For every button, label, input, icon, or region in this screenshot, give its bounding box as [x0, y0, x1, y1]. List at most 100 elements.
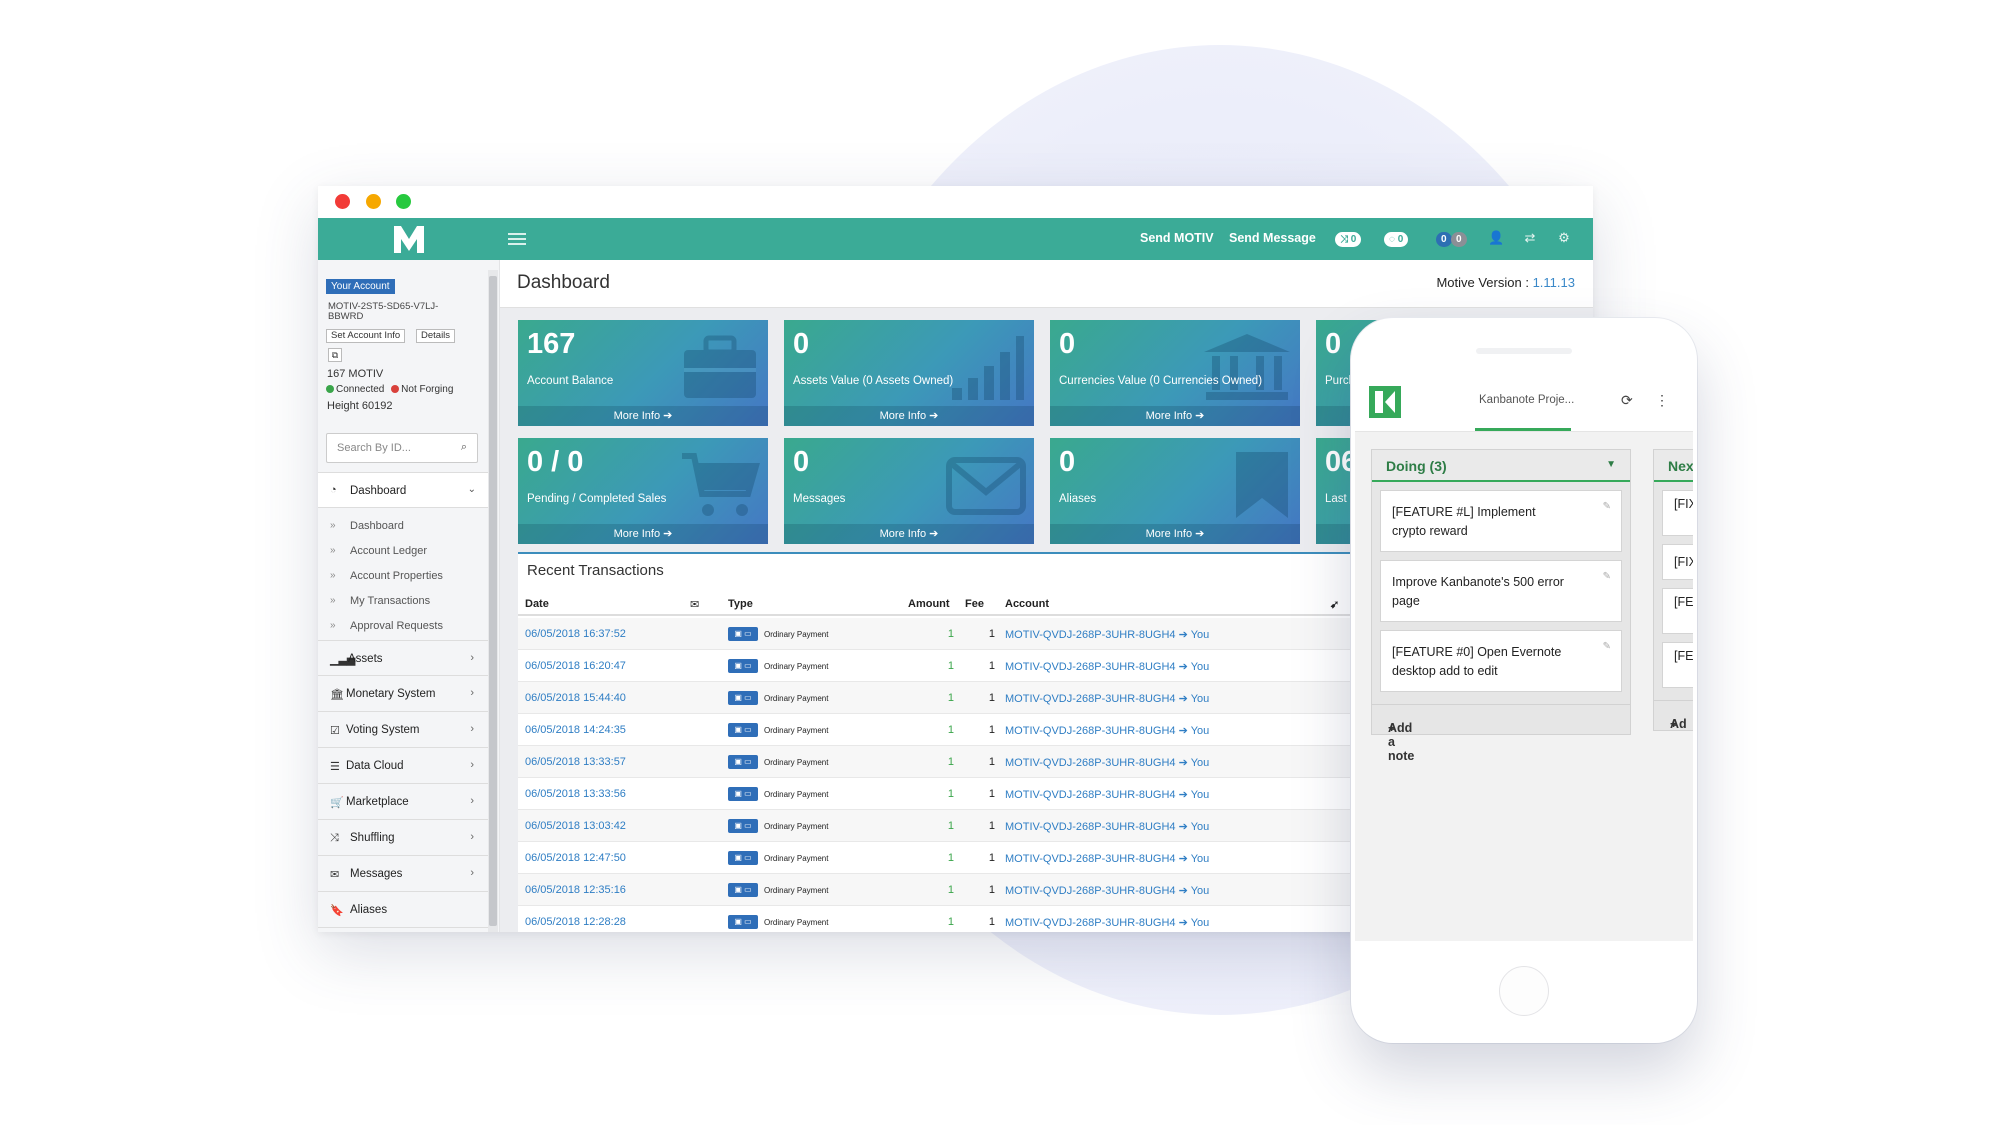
search-icon[interactable]: ⌕ — [461, 441, 467, 454]
user-icon[interactable]: 👤 — [1488, 230, 1504, 246]
add-note-button[interactable]: + Add a note — [1372, 704, 1630, 763]
kanban-note[interactable]: [FIX Boo — [1662, 490, 1693, 536]
kanban-note[interactable]: [FEATURE #L] Implement crypto reward ✎ — [1380, 490, 1622, 552]
search-input[interactable]: Search By ID... ⌕ — [326, 433, 478, 463]
settings-icon[interactable]: ⚙ — [1556, 230, 1572, 246]
version-number[interactable]: 1.11.13 — [1533, 275, 1575, 290]
pencil-icon[interactable]: ✎ — [1603, 571, 1611, 582]
account-link[interactable]: MOTIV-QVDJ-268P-3UHR-8UGH4 ➔ You — [1005, 756, 1209, 769]
send-motiv-link[interactable]: Send MOTIV — [1140, 231, 1214, 245]
set-account-info-button[interactable]: Set Account Info — [326, 329, 406, 343]
shuffle-count-badge[interactable]: ⤨ 0 — [1335, 232, 1362, 247]
table-header: Date ✉ Type Amount Fee Account ➹ — [518, 594, 1418, 616]
more-info-link[interactable]: More Info ➔ — [784, 406, 1034, 426]
transaction-date-link[interactable]: 06/05/2018 15:44:40 — [525, 692, 626, 704]
more-info-link[interactable]: More Info ➔ — [784, 524, 1034, 544]
column-account[interactable]: Account — [1005, 598, 1049, 610]
close-window-button[interactable] — [335, 194, 350, 209]
account-link[interactable]: MOTIV-QVDJ-268P-3UHR-8UGH4 ➔ You — [1005, 884, 1209, 897]
envelope-icon[interactable]: ✉ — [690, 598, 699, 611]
transaction-date-link[interactable]: 06/05/2018 14:24:35 — [525, 724, 626, 736]
transaction-date-link[interactable]: 06/05/2018 16:37:52 — [525, 628, 626, 640]
sidebar-item-shuffling[interactable]: ⤨ Shuffling › — [318, 820, 488, 856]
account-link[interactable]: MOTIV-QVDJ-268P-3UHR-8UGH4 ➔ You — [1005, 660, 1209, 673]
account-link[interactable]: MOTIV-QVDJ-268P-3UHR-8UGH4 ➔ You — [1005, 916, 1209, 929]
sidebar-item-messages[interactable]: ✉ Messages › — [318, 856, 488, 892]
minimize-window-button[interactable] — [366, 194, 381, 209]
sidebar-item-aliases[interactable]: 🔖 Aliases — [318, 892, 488, 928]
account-id: MOTIV-QVDJ-268P-3UHR-8UGH4 — [1005, 821, 1176, 833]
send-message-link[interactable]: Send Message — [1229, 231, 1316, 245]
submenu-my-transactions[interactable]: » My Transactions — [318, 589, 488, 614]
sidebar-item-assets[interactable]: ▁▃▅ Assets › — [318, 640, 488, 676]
more-info-link[interactable]: More Info ➔ — [518, 524, 768, 544]
arrow-circle-right-icon: ➔ — [1178, 661, 1188, 673]
submenu-approval-requests[interactable]: » Approval Requests — [318, 614, 488, 639]
submenu-account-properties[interactable]: » Account Properties — [318, 564, 488, 589]
kanban-note[interactable]: [FEATURE #0] Open Evernote desktop add t… — [1380, 630, 1622, 692]
home-button[interactable] — [1499, 966, 1549, 1016]
you-label: You — [1190, 885, 1210, 897]
transaction-date-link[interactable]: 06/05/2018 12:28:28 — [525, 916, 626, 928]
pending-count-badge[interactable]: ◌ 0 — [1384, 232, 1409, 247]
more-info-link[interactable]: More Info ➔ — [518, 406, 768, 426]
note-text: [FEA mo — [1674, 595, 1693, 609]
stat-card-sales: 0 / 0 Pending / Completed Sales More Inf… — [518, 438, 768, 544]
payment-type-icon: ▣ ▭ — [728, 691, 758, 705]
maximize-window-button[interactable] — [396, 194, 411, 209]
more-info-link[interactable]: More Info ➔ — [1050, 406, 1300, 426]
kanban-note[interactable]: [FEA mo — [1662, 588, 1693, 634]
account-link[interactable]: MOTIV-QVDJ-268P-3UHR-8UGH4 ➔ You — [1005, 820, 1209, 833]
column-date[interactable]: Date — [525, 598, 549, 610]
submenu-account-ledger[interactable]: » Account Ledger — [318, 539, 488, 564]
column-header[interactable]: Next — [1654, 450, 1693, 482]
copy-icon[interactable]: ⧉ — [328, 348, 342, 362]
account-link[interactable]: MOTIV-QVDJ-268P-3UHR-8UGH4 ➔ You — [1005, 788, 1209, 801]
stat-card-messages: 0 Messages More Info ➔ — [784, 438, 1034, 544]
active-tab-indicator — [1475, 428, 1571, 431]
kanban-note[interactable]: [FEA Sea — [1662, 642, 1693, 688]
shuffle-icon: ⤨ — [330, 832, 339, 844]
submenu-dashboard[interactable]: » Dashboard — [318, 514, 488, 539]
account-link[interactable]: MOTIV-QVDJ-268P-3UHR-8UGH4 ➔ You — [1005, 724, 1209, 737]
pencil-icon[interactable]: ✎ — [1603, 641, 1611, 652]
transaction-date-link[interactable]: 06/05/2018 13:03:42 — [525, 820, 626, 832]
kanban-note[interactable]: Improve Kanbanote's 500 error page ✎ — [1380, 560, 1622, 622]
refresh-icon[interactable]: ⟳ — [1621, 392, 1633, 409]
menu-toggle-icon[interactable] — [508, 233, 526, 245]
add-note-button[interactable]: + Ad — [1654, 700, 1693, 731]
column-amount[interactable]: Amount — [908, 598, 950, 610]
account-link[interactable]: MOTIV-QVDJ-268P-3UHR-8UGH4 ➔ You — [1005, 692, 1209, 705]
transaction-date-link[interactable]: 06/05/2018 16:20:47 — [525, 660, 626, 672]
transaction-date-link[interactable]: 06/05/2018 13:33:56 — [525, 788, 626, 800]
more-vertical-icon[interactable]: ⋮ — [1655, 392, 1669, 409]
details-button[interactable]: Details — [416, 329, 456, 343]
help-icon[interactable]: ? — [1589, 230, 1593, 246]
project-tab-title[interactable]: Kanbanote Proje... — [1479, 394, 1574, 406]
notification-badge-b[interactable]: 0 — [1451, 232, 1467, 247]
pin-icon[interactable]: ➹ — [1330, 598, 1339, 611]
caret-down-icon[interactable]: ▼ — [1606, 459, 1616, 470]
transaction-date-link[interactable]: 06/05/2018 12:47:50 — [525, 852, 626, 864]
column-type[interactable]: Type — [728, 598, 753, 610]
sidebar-item-voting-system[interactable]: ☑ Voting System › — [318, 712, 488, 748]
more-info-link[interactable]: More Info ➔ — [1050, 524, 1300, 544]
sidebar-item-monetary-system[interactable]: 🏛 Monetary System › — [318, 676, 488, 712]
account-link[interactable]: MOTIV-QVDJ-268P-3UHR-8UGH4 ➔ You — [1005, 852, 1209, 865]
recent-transactions-panel: Recent Transactions Date ✉ Type Amount F… — [518, 552, 1418, 932]
transaction-date-link[interactable]: 06/05/2018 12:35:16 — [525, 884, 626, 896]
sidebar-scrollbar[interactable] — [488, 270, 498, 932]
sidebar-item-data-cloud[interactable]: ☰ Data Cloud › — [318, 748, 488, 784]
transaction-date-link[interactable]: 06/05/2018 13:33:57 — [525, 756, 626, 768]
notification-badge-a[interactable]: 0 — [1436, 232, 1452, 247]
column-fee[interactable]: Fee — [965, 598, 984, 610]
account-link[interactable]: MOTIV-QVDJ-268P-3UHR-8UGH4 ➔ You — [1005, 628, 1209, 641]
column-header[interactable]: Doing (3) ▼ — [1372, 450, 1630, 482]
arrow-circle-right-icon: ➔ — [663, 410, 673, 422]
kanban-note[interactable]: [FIX — [1662, 544, 1693, 580]
sidebar-item-dashboard[interactable]: ◔ Dashboard ⌄ — [318, 472, 488, 508]
pencil-icon[interactable]: ✎ — [1603, 501, 1611, 512]
transfer-icon[interactable]: ⇄ — [1522, 230, 1538, 246]
kanban-column-doing: Doing (3) ▼ [FEATURE #L] Implement crypt… — [1371, 449, 1631, 763]
sidebar-item-marketplace[interactable]: 🛒 Marketplace › — [318, 784, 488, 820]
